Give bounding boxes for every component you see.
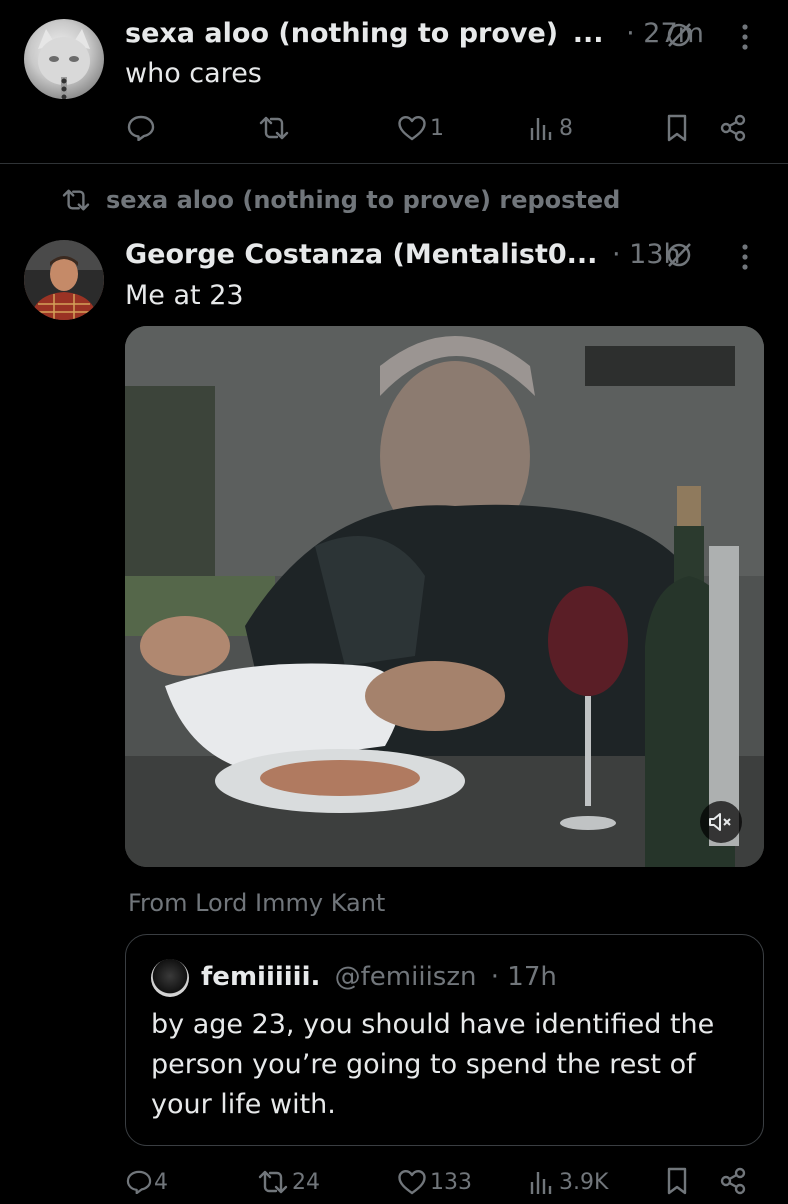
avatar[interactable]: [151, 959, 189, 997]
like-count: 1: [430, 115, 444, 141]
repost-label: sexa aloo (nothing to prove) reposted: [106, 186, 621, 214]
reply-icon: [126, 1170, 152, 1194]
share-icon[interactable]: [718, 1166, 748, 1196]
video-frame: [125, 326, 764, 867]
repost-count: 24: [292, 1169, 320, 1195]
analytics-icon: [529, 115, 555, 141]
avatar[interactable]: [24, 19, 104, 99]
more-options-icon[interactable]: [738, 242, 752, 272]
view-count: 3.9K: [559, 1169, 609, 1195]
name-ellipsis: ...: [572, 18, 604, 49]
quote-handle[interactable]: @femiiiszn: [335, 962, 477, 992]
quote-text: by age 23, you should have identified th…: [151, 1009, 715, 1120]
tweet-text: who cares: [125, 58, 262, 89]
like-action[interactable]: 133: [397, 1160, 472, 1204]
analytics-icon: [529, 1169, 555, 1195]
share-icon[interactable]: [718, 113, 748, 143]
heart-icon: [397, 115, 427, 141]
quote-timestamp[interactable]: · 17h: [491, 962, 557, 992]
bookmark-icon[interactable]: [665, 1166, 689, 1196]
speaker-muted-icon: [708, 811, 734, 833]
grok-icon[interactable]: [664, 20, 694, 50]
views-action[interactable]: 3.9K: [529, 1160, 608, 1204]
repost-icon: [60, 188, 92, 212]
video-player[interactable]: [125, 326, 764, 867]
quoted-tweet[interactable]: femiiiiii. @femiiiszn · 17h by age 23, y…: [125, 934, 764, 1146]
author-name[interactable]: sexa aloo (nothing to prove): [125, 18, 558, 49]
like-count: 133: [430, 1169, 472, 1195]
quote-header: femiiiiii. @femiiiszn · 17h: [201, 957, 557, 997]
grok-icon[interactable]: [664, 240, 694, 270]
mute-button[interactable]: [700, 801, 742, 843]
repost-action[interactable]: 24: [256, 1160, 320, 1204]
avatar[interactable]: [24, 240, 104, 320]
repost-icon[interactable]: [256, 114, 292, 142]
quote-author-name[interactable]: femiiiiii.: [201, 962, 320, 992]
reply-icon[interactable]: [126, 114, 156, 142]
heart-icon: [397, 1169, 427, 1195]
reply-count: 4: [154, 1169, 168, 1195]
bookmark-icon[interactable]: [665, 113, 689, 143]
author-name[interactable]: George Costanza (Mentalist0...: [125, 239, 597, 270]
repost-context[interactable]: sexa aloo (nothing to prove) reposted: [60, 180, 620, 220]
reply-action[interactable]: 4: [126, 1160, 168, 1204]
more-options-icon[interactable]: [738, 22, 752, 52]
views-action[interactable]: 8: [529, 106, 573, 150]
view-count: 8: [559, 115, 573, 141]
divider: [0, 163, 788, 164]
like-action[interactable]: 1: [397, 106, 444, 150]
tweet-text: Me at 23: [125, 280, 244, 311]
media-attribution[interactable]: From Lord Immy Kant: [128, 886, 385, 920]
repost-icon: [256, 1169, 290, 1195]
